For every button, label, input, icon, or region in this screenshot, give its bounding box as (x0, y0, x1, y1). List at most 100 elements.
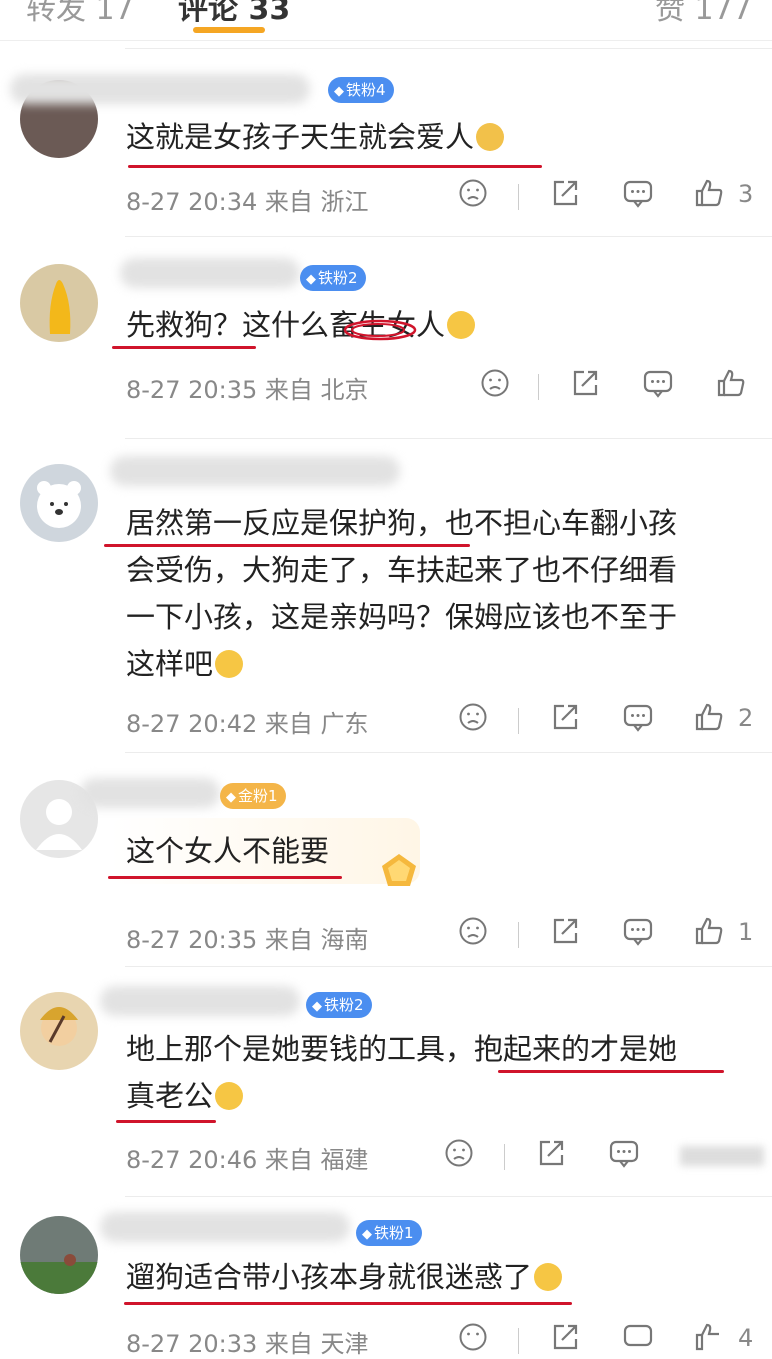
divider (125, 966, 772, 967)
red-scribble (343, 319, 417, 341)
share-icon[interactable] (550, 702, 580, 732)
badge-label: 铁粉2 (318, 269, 358, 287)
badge-label: 金粉1 (238, 787, 278, 805)
dislike-face-icon[interactable] (458, 178, 488, 208)
like-count: 2 (738, 704, 754, 732)
comment-icon[interactable] (608, 1138, 640, 1168)
scream-emoji-icon (215, 650, 244, 678)
badge-label: 铁粉2 (324, 996, 364, 1014)
confused-emoji-icon (534, 1263, 563, 1291)
divider (125, 48, 772, 49)
comment-text-content: 这个女人不能要 (126, 834, 330, 868)
share-icon[interactable] (550, 1322, 580, 1352)
like-count: 3 (738, 180, 754, 208)
dislike-face-icon[interactable] (444, 1138, 474, 1168)
comment-text: 遛狗适合带小孩本身就很迷惑了 (126, 1254, 758, 1301)
comment-actions: 3 (458, 178, 758, 212)
comment-text-line: 会受伤，大狗走了，车扶起来了也不仔细看 (126, 553, 678, 587)
fan-badge[interactable]: ◆ 金粉1 (220, 783, 286, 809)
divider (125, 1196, 772, 1197)
comment-text: 这个女人不能要 (126, 828, 758, 875)
comment-actions: 1 (458, 916, 758, 950)
username-blurred[interactable] (80, 778, 220, 808)
comment-actions: 2 (458, 702, 758, 736)
comment-location: 来自 广东 (264, 710, 369, 738)
comment-text: 这就是女孩子天生就会爱人 (126, 114, 758, 161)
comment-actions (480, 368, 760, 402)
separator (518, 1328, 519, 1354)
comment-time: 8-27 20:35 (126, 926, 258, 954)
username-blurred[interactable] (110, 456, 400, 486)
separator (538, 374, 539, 400)
comment-time: 8-27 20:46 (126, 1146, 258, 1174)
like-thumb-icon[interactable] (716, 368, 746, 398)
like-thumb-icon[interactable] (694, 916, 724, 946)
comment-text-line: 居然第一反应是保护狗，也不担心车翻小孩 (126, 506, 678, 540)
comment-text-line: 一下小孩，这是亲妈吗？保姆应该也不至于 (126, 600, 678, 634)
username-blurred[interactable] (10, 74, 310, 104)
comment-text: 地上那个是她要钱的工具，抱起来的才是她 真老公 (126, 1026, 758, 1120)
avatar[interactable] (20, 264, 98, 342)
username-blurred[interactable] (100, 986, 300, 1016)
badge-label: 铁粉1 (374, 1224, 414, 1242)
badge-label: 铁粉4 (346, 81, 386, 99)
separator (518, 708, 519, 734)
comment-actions: 4 (458, 1322, 758, 1356)
red-underline (124, 1302, 572, 1305)
dislike-face-icon[interactable] (458, 916, 488, 946)
comment-text: 居然第一反应是保护狗，也不担心车翻小孩 会受伤，大狗走了，车扶起来了也不仔细看 … (126, 500, 758, 688)
fan-badge[interactable]: ◆ 铁粉1 (356, 1220, 422, 1246)
comment-time: 8-27 20:33 (126, 1330, 258, 1358)
comment-icon[interactable] (622, 1322, 654, 1352)
username-blurred[interactable] (100, 1212, 350, 1242)
dislike-face-icon[interactable] (458, 1322, 488, 1352)
doge-emoji-icon (476, 123, 505, 151)
avatar[interactable] (20, 1216, 98, 1294)
like-count: 4 (738, 1324, 754, 1352)
sleepy-emoji-icon (447, 311, 476, 339)
comment-text: 先救狗？这什么畜生女人 (126, 302, 758, 349)
red-underline (128, 165, 542, 168)
red-underline (112, 346, 256, 349)
like-thumb-icon[interactable] (694, 702, 724, 732)
divider (125, 752, 772, 753)
active-tab-indicator (193, 27, 265, 33)
comment-icon[interactable] (622, 702, 654, 732)
share-icon[interactable] (570, 368, 600, 398)
fan-badge[interactable]: ◆ 铁粉2 (300, 265, 366, 291)
tab-reposts[interactable]: 转发 17 (26, 0, 134, 28)
comment-location: 来自 福建 (264, 1146, 369, 1174)
gold-gem-icon (382, 854, 416, 886)
comment-location: 来自 天津 (264, 1330, 369, 1358)
separator (504, 1144, 505, 1170)
divider (125, 236, 772, 237)
tab-comments[interactable]: 评论 33 (178, 0, 290, 28)
red-underline (104, 544, 470, 547)
share-icon[interactable] (536, 1138, 566, 1168)
like-thumb-icon[interactable] (694, 178, 724, 208)
comment-icon[interactable] (622, 916, 654, 946)
dislike-face-icon[interactable] (458, 702, 488, 732)
share-icon[interactable] (550, 916, 580, 946)
username-blurred[interactable] (120, 258, 300, 288)
comment-icon[interactable] (642, 368, 674, 398)
tab-likes[interactable]: 赞 177 (655, 0, 752, 28)
comment-icon[interactable] (622, 178, 654, 208)
comment-time: 8-27 20:34 (126, 188, 258, 216)
comment-time: 8-27 20:42 (126, 710, 258, 738)
red-underline (498, 1070, 724, 1073)
like-area-blurred[interactable] (680, 1146, 764, 1166)
comment-actions (444, 1138, 764, 1172)
comment-text-line: 这样吧 (126, 647, 214, 681)
comment-text-line: 地上那个是她要钱的工具，抱起来的才是她 (126, 1032, 678, 1066)
like-thumb-icon[interactable] (694, 1322, 724, 1352)
separator (518, 184, 519, 210)
comment-location: 来自 浙江 (264, 188, 369, 216)
avatar[interactable] (20, 464, 98, 542)
share-icon[interactable] (550, 178, 580, 208)
dislike-face-icon[interactable] (480, 368, 510, 398)
comment-location: 来自 海南 (264, 926, 369, 954)
avatar[interactable] (20, 992, 98, 1070)
fan-badge[interactable]: ◆ 铁粉2 (306, 992, 372, 1018)
fan-badge[interactable]: ◆ 铁粉4 (328, 77, 394, 103)
